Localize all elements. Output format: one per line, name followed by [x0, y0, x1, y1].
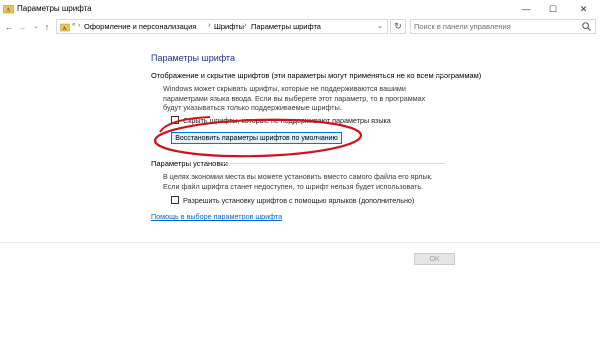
control-panel-icon: A — [60, 23, 70, 32]
minimize-button[interactable]: — — [513, 0, 539, 18]
ok-button[interactable]: OK — [414, 253, 455, 265]
title-bar: A Параметры шрифта — ☐ ✕ — [0, 0, 600, 18]
svg-text:A: A — [63, 26, 67, 32]
svg-text:A: A — [6, 8, 11, 14]
install-settings-description: В целях экономии места вы можете установ… — [163, 172, 433, 191]
red-annotation-ellipse — [153, 116, 363, 158]
hide-fonts-description: Windows может скрывать шрифты, которые н… — [163, 84, 426, 112]
shortcut-install-checkbox[interactable] — [171, 196, 179, 204]
back-arrow-icon[interactable]: ← — [4, 20, 14, 33]
font-folder-icon: A — [3, 5, 14, 14]
breadcrumb-separator-icon[interactable]: › — [78, 22, 80, 29]
breadcrumb-appearance[interactable]: Оформление и персонализация — [84, 22, 196, 31]
breadcrumb-fonts[interactable]: Шрифты — [214, 22, 244, 31]
up-arrow-icon[interactable]: ↑ — [42, 20, 52, 33]
window-title: Параметры шрифта — [17, 4, 92, 13]
hide-fonts-section-title: Отображение и скрытие шрифтов (эти парам… — [151, 71, 482, 80]
shortcut-install-checkbox-row[interactable]: Разрешить установку шрифтов с помощью яр… — [171, 195, 414, 205]
address-bar[interactable]: A « › Оформление и персонализация › Шриф… — [56, 19, 388, 34]
hide-fonts-checkbox[interactable] — [171, 116, 179, 124]
install-settings-section-title: Параметры установки — [151, 159, 228, 168]
breadcrumb-overflow-icon[interactable]: « — [72, 22, 75, 28]
breadcrumb-separator-icon[interactable]: › — [244, 22, 246, 29]
search-input[interactable] — [414, 21, 574, 32]
restore-default-font-settings-button[interactable]: Восстановить параметры шрифтов по умолча… — [171, 132, 342, 144]
section-divider — [434, 75, 445, 76]
page-title: Параметры шрифта — [151, 53, 235, 63]
address-dropdown-icon[interactable]: ⌄ — [377, 22, 383, 30]
font-settings-help-link[interactable]: Помощь в выборе параметров шрифта — [151, 212, 282, 221]
breadcrumb-separator-icon[interactable]: › — [208, 22, 210, 29]
footer-divider — [0, 242, 600, 243]
close-button[interactable]: ✕ — [567, 0, 600, 18]
shortcut-install-checkbox-label[interactable]: Разрешить установку шрифтов с помощью яр… — [183, 196, 414, 205]
navigation-bar: ← → ⌄ ↑ A « › Оформление и персонализаци… — [0, 18, 600, 35]
breadcrumb-font-settings[interactable]: Параметры шрифта — [251, 22, 321, 31]
refresh-icon[interactable]: ↻ — [390, 19, 406, 34]
hide-fonts-checkbox-row[interactable]: Скрыть шрифты, которые не поддерживают п… — [171, 115, 391, 125]
recent-locations-chevron-icon[interactable]: ⌄ — [31, 20, 41, 33]
forward-arrow-icon[interactable]: → — [17, 20, 27, 33]
maximize-button[interactable]: ☐ — [540, 0, 566, 18]
section-divider — [222, 163, 445, 164]
search-icon[interactable] — [582, 22, 591, 31]
hide-fonts-checkbox-label[interactable]: Скрыть шрифты, которые не поддерживают п… — [183, 116, 391, 125]
search-box[interactable] — [410, 19, 596, 34]
